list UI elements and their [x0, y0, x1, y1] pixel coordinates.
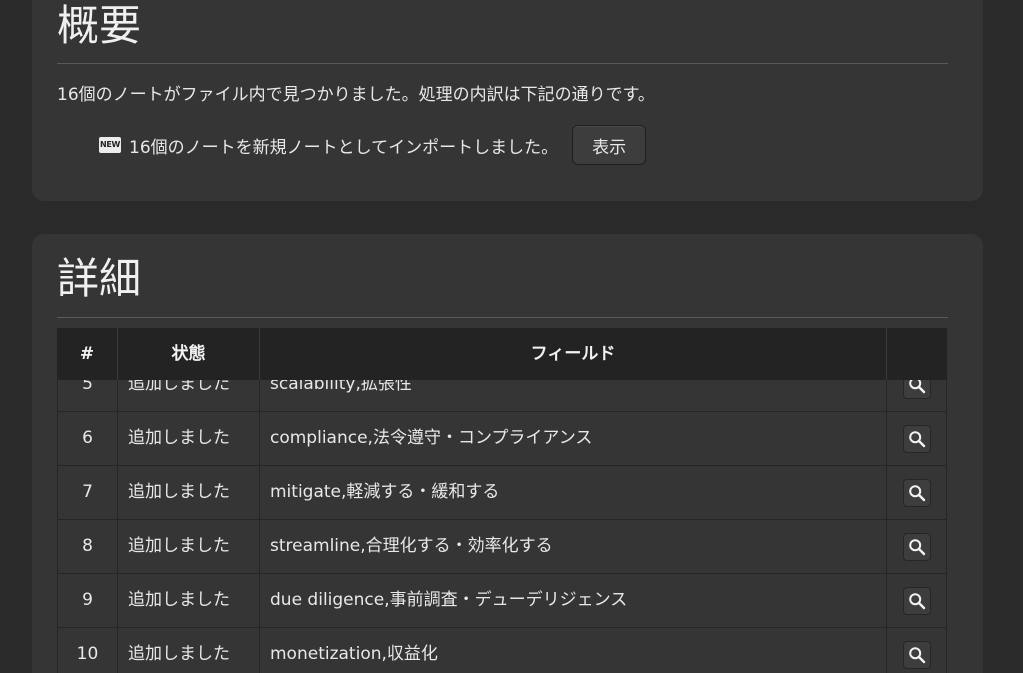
row-search-button[interactable] [902, 640, 931, 669]
row-state: 追加しました [118, 412, 260, 465]
summary-divider [57, 63, 948, 64]
summary-text: 16個のノートがファイル内で見つかりました。処理の内訳は下記の通りです。 [57, 85, 655, 105]
search-icon [908, 430, 925, 447]
row-action-cell [887, 466, 947, 519]
column-header-action [887, 328, 947, 380]
import-result-line: NEW 16個のノートを新規ノートとしてインポートしました。 表示 [99, 125, 647, 165]
details-heading: 詳細 [57, 254, 142, 303]
details-table[interactable]: # 状態 フィールド 5 追加しました scalability,拡張性 6 追加… [57, 328, 947, 673]
summary-card: 概要 16個のノートがファイル内で見つかりました。処理の内訳は下記の通りです。 … [32, 0, 983, 201]
row-state: 追加しました [118, 466, 260, 519]
details-divider [57, 317, 948, 318]
row-action-cell [887, 628, 947, 673]
row-action-cell [887, 520, 947, 573]
summary-heading: 概要 [57, 1, 142, 50]
row-field: streamline,合理化する・効率化する [260, 520, 887, 573]
row-number: 7 [57, 466, 118, 519]
table-row[interactable]: 6 追加しました compliance,法令遵守・コンプライアンス [57, 412, 947, 466]
row-field: compliance,法令遵守・コンプライアンス [260, 412, 887, 465]
row-search-button[interactable] [902, 586, 931, 615]
column-header-field[interactable]: フィールド [260, 328, 887, 380]
table-row[interactable]: 9 追加しました due diligence,事前調査・デューデリジェンス [57, 574, 947, 628]
search-icon [908, 646, 925, 663]
row-state: 追加しました [118, 574, 260, 627]
table-row[interactable]: 7 追加しました mitigate,軽減する・緩和する [57, 466, 947, 520]
row-number: 9 [57, 574, 118, 627]
details-card: 詳細 # 状態 フィールド 5 追加しました scalability,拡張性 6… [32, 234, 983, 673]
new-icon: NEW [99, 137, 121, 153]
import-results-page: 概要 16個のノートがファイル内で見つかりました。処理の内訳は下記の通りです。 … [0, 0, 1023, 673]
row-field: due diligence,事前調査・デューデリジェンス [260, 574, 887, 627]
row-number: 8 [57, 520, 118, 573]
search-icon [908, 538, 925, 555]
row-search-button[interactable] [902, 424, 931, 453]
row-action-cell [887, 412, 947, 465]
search-icon [908, 484, 925, 501]
row-field: monetization,収益化 [260, 628, 887, 673]
row-number: 10 [57, 628, 118, 673]
table-row[interactable]: 10 追加しました monetization,収益化 [57, 628, 947, 673]
search-icon [908, 592, 925, 609]
row-number: 6 [57, 412, 118, 465]
row-field: mitigate,軽減する・緩和する [260, 466, 887, 519]
row-search-button[interactable] [902, 478, 931, 507]
show-button[interactable]: 表示 [572, 125, 647, 165]
import-result-text: 16個のノートを新規ノートとしてインポートしました。 [129, 137, 559, 158]
row-state: 追加しました [118, 520, 260, 573]
column-header-num[interactable]: # [57, 328, 118, 380]
row-action-cell [887, 574, 947, 627]
column-header-state[interactable]: 状態 [118, 328, 260, 380]
row-search-button[interactable] [902, 532, 931, 561]
row-state: 追加しました [118, 628, 260, 673]
table-row[interactable]: 8 追加しました streamline,合理化する・効率化する [57, 520, 947, 574]
table-header: # 状態 フィールド [57, 328, 947, 380]
